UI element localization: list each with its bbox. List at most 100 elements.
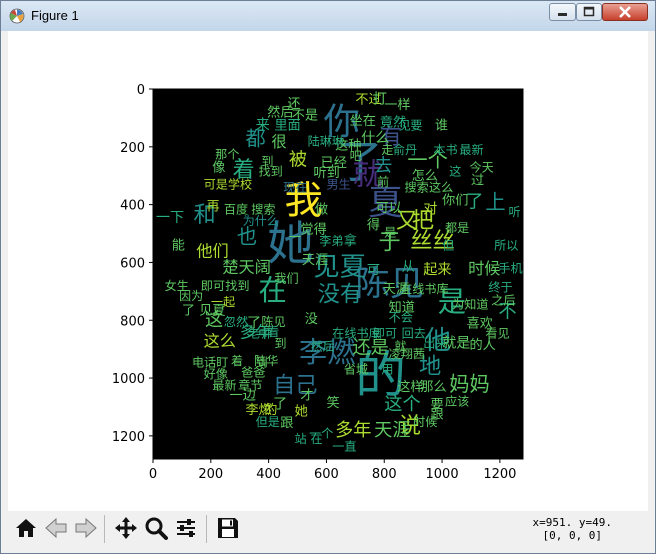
word-133: 男生 xyxy=(326,178,350,192)
pan-icon xyxy=(115,517,137,539)
home-icon xyxy=(16,519,36,537)
word-42: 一下 xyxy=(156,210,184,226)
word-139: 最新 xyxy=(459,142,483,157)
word-49: 一样 xyxy=(384,97,410,113)
figure-svg: 的她了我你陈见夏就李燃是在他见夏自己丝丝有着地和一个又把于没有上都也说妈妈还是多… xyxy=(112,83,524,482)
forward-icon xyxy=(75,517,97,539)
word-149: 找到 xyxy=(225,279,249,293)
word-144: 手机 xyxy=(498,262,522,276)
configure-subplots-button[interactable] xyxy=(172,514,200,542)
word-125: 回去 xyxy=(402,327,426,341)
word-162: 是 xyxy=(384,225,396,239)
word-148: 没 xyxy=(305,311,318,327)
word-72: 可以 xyxy=(376,201,402,216)
word-36: 楚天阔 xyxy=(222,258,271,277)
x-tick-label: 200 xyxy=(198,467,223,482)
word-141: 要 xyxy=(410,118,422,132)
minimize-icon xyxy=(558,13,567,16)
word-83: 为知道 xyxy=(452,298,488,312)
word-119: 女生 xyxy=(165,278,189,293)
word-120: 一起 xyxy=(211,295,235,309)
cursor-pixel-value: [0, 0, 0] xyxy=(542,529,603,542)
word-131: 李弟 xyxy=(319,233,343,248)
word-130: 拿 xyxy=(344,232,357,249)
word-107: 但是 xyxy=(256,415,280,429)
word-113: 时候 xyxy=(413,415,437,429)
toolbar-separator xyxy=(206,515,207,543)
zoom-icon xyxy=(145,517,168,540)
word-161: 这 xyxy=(449,164,461,179)
word-140: 见 xyxy=(399,118,411,132)
figure-canvas[interactable]: 的她了我你陈见夏就李燃是在他见夏 自己 丝丝有着地和一个又把于没有上都也说妈妈 还是多… xyxy=(8,31,648,511)
x-tick-label: 400 xyxy=(256,467,281,482)
window-title: Figure 1 xyxy=(31,8,79,23)
word-23: 没有 xyxy=(318,281,363,307)
word-69: 做 xyxy=(315,201,328,217)
cursor-coordinates: x=951. y=49. [0, 0, 0] xyxy=(533,516,612,542)
word-81: 天涯 xyxy=(383,281,409,297)
title-bar[interactable]: Figure 1 xyxy=(1,1,655,31)
close-button[interactable] xyxy=(602,3,648,21)
word-31: 天涯 xyxy=(374,420,410,441)
forward-button[interactable] xyxy=(72,514,100,542)
word-114: 忽然 xyxy=(224,314,248,329)
word-164: 吧 xyxy=(350,149,362,163)
word-138: 本书 xyxy=(433,143,457,157)
word-157: 到 xyxy=(274,337,286,351)
word-126: 出来 xyxy=(423,337,447,351)
save-button[interactable] xyxy=(214,514,242,542)
navigation-toolbar: x=951. y=49. [0, 0, 0] xyxy=(8,511,648,547)
word-132: 得 xyxy=(367,216,380,233)
word-156: 一个 xyxy=(309,426,333,440)
home-button[interactable] xyxy=(12,514,40,542)
word-33: 被 xyxy=(289,150,307,171)
matplotlib-figure-icon xyxy=(9,8,25,24)
close-icon xyxy=(619,6,631,18)
word-73: 对 xyxy=(423,201,437,217)
cursor-xy-readout: x=951. y=49. xyxy=(532,516,612,529)
y-tick-label: 0 xyxy=(137,83,145,98)
word-70: 天涯 xyxy=(302,252,328,268)
word-52: 里面 xyxy=(274,118,300,133)
word-34: 去 xyxy=(374,155,392,176)
word-142: 都是 xyxy=(445,221,469,235)
word-143: 所以 xyxy=(494,238,518,252)
word-62: 可是学校 xyxy=(204,177,253,192)
word-32: 这个 xyxy=(384,394,420,415)
maximize-icon xyxy=(583,6,595,17)
pan-button[interactable] xyxy=(112,514,140,542)
word-163: 省城 xyxy=(344,363,368,377)
zoom-button[interactable] xyxy=(142,514,170,542)
minimize-button[interactable] xyxy=(549,3,576,21)
word-111: 一直 xyxy=(332,439,356,453)
back-icon xyxy=(45,517,67,539)
word-75: 过 xyxy=(471,172,484,188)
maximize-button[interactable] xyxy=(576,3,602,21)
word-64: 那个 xyxy=(215,147,239,161)
word-124: 即可 xyxy=(373,327,397,341)
word-106: 好像 xyxy=(204,367,228,381)
word-26: 也 xyxy=(237,225,257,249)
word-166: 就 xyxy=(394,339,406,354)
configure-subplots-icon xyxy=(177,519,195,537)
word-160: 现在 xyxy=(283,181,307,195)
back-button[interactable] xyxy=(42,514,70,542)
x-tick-label: 1200 xyxy=(483,467,516,482)
y-tick-label: 400 xyxy=(120,199,145,214)
word-93: 应该 xyxy=(445,394,469,409)
word-63: 像 xyxy=(212,159,225,175)
x-tick-label: 1000 xyxy=(426,467,459,482)
word-29: 还是 xyxy=(352,337,388,358)
word-44: 起来 xyxy=(423,262,451,278)
word-61: 找到 xyxy=(259,165,283,179)
word-108: 跟 xyxy=(280,416,293,431)
x-tick-label: 0 xyxy=(149,467,157,482)
word-91: 那么 xyxy=(420,379,446,395)
word-137: 俞丹 xyxy=(393,142,417,157)
word-154: 能 xyxy=(172,237,185,253)
word-155: 为什么 xyxy=(243,214,279,228)
word-112: 要 xyxy=(431,397,444,412)
toolbar-separator xyxy=(104,515,105,543)
word-159: 然后 xyxy=(311,339,335,354)
word-88: 的人 xyxy=(470,337,496,353)
